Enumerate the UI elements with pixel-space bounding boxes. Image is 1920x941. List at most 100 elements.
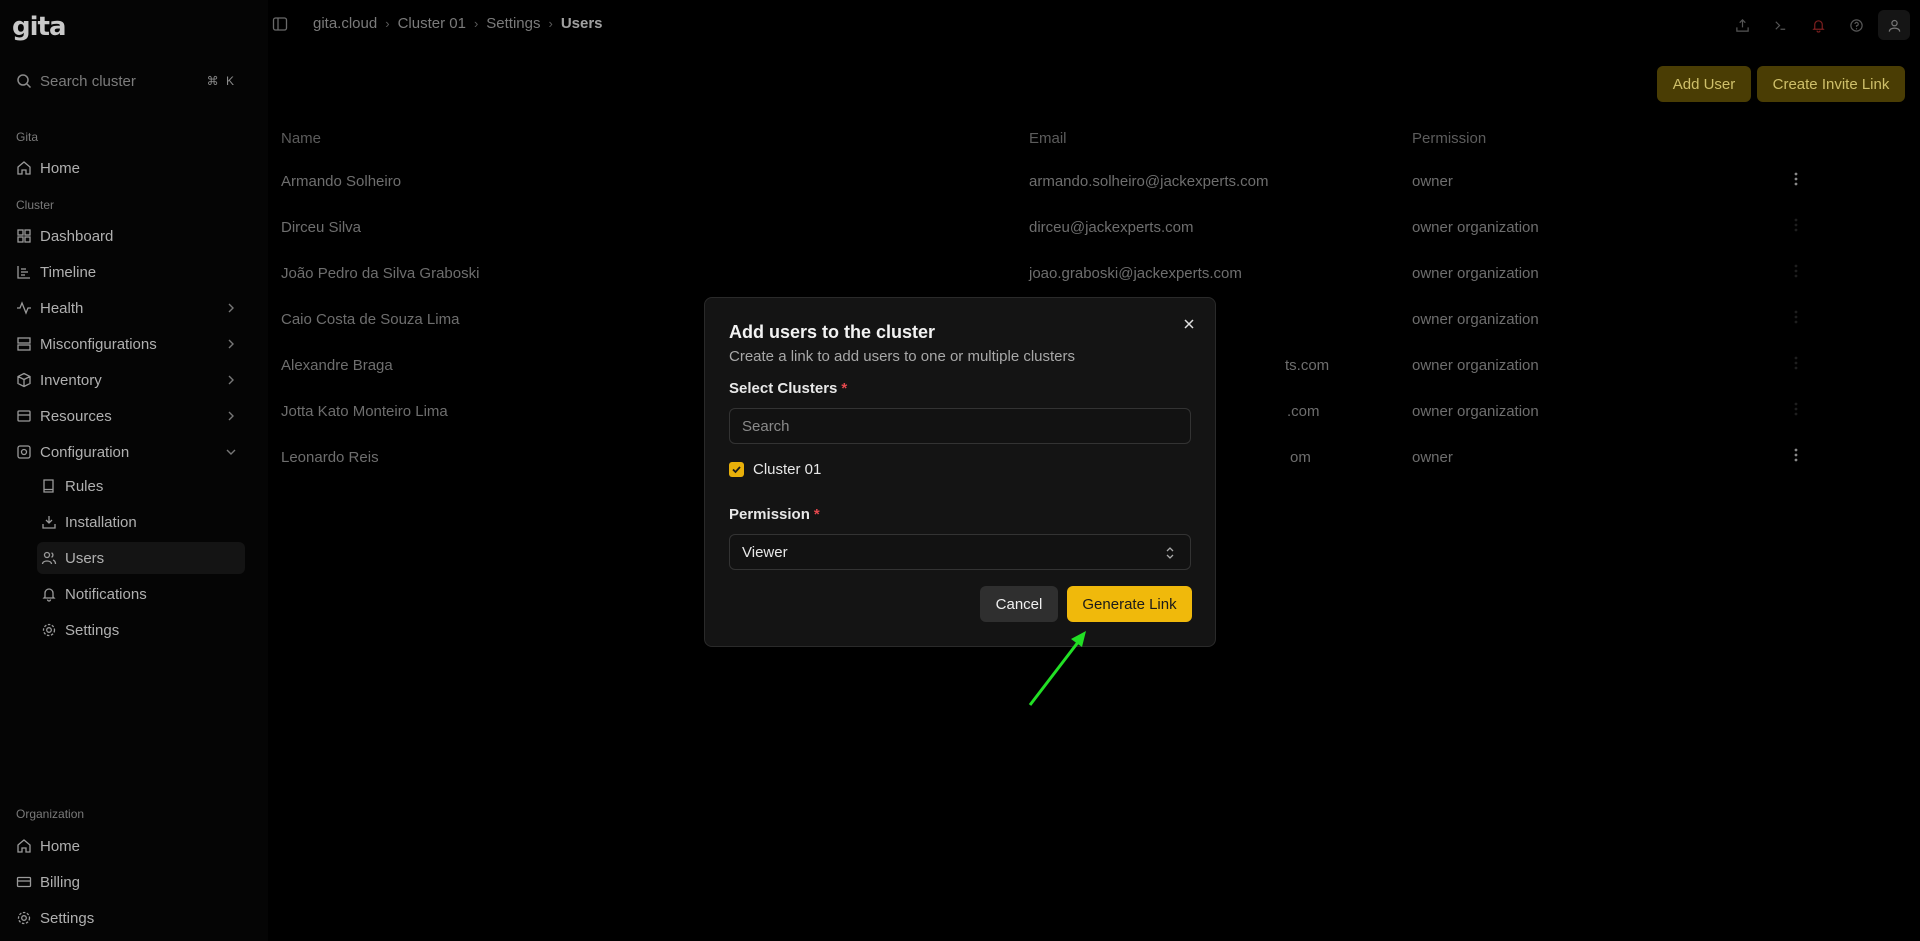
more-options-icon[interactable] bbox=[1790, 262, 1802, 280]
user-permission: owner organization bbox=[1412, 219, 1539, 236]
sidebar-item-label: Rules bbox=[65, 477, 104, 495]
search-shortcut: ⌘ K bbox=[206, 74, 236, 88]
user-permission: owner bbox=[1412, 449, 1453, 466]
sidebar-item-configuration[interactable]: Configuration bbox=[12, 436, 244, 468]
column-header-permission[interactable]: Permission bbox=[1412, 130, 1486, 147]
sidebar-item-label: Settings bbox=[40, 909, 95, 927]
more-options-icon[interactable] bbox=[1790, 400, 1802, 418]
breadcrumb-item[interactable]: Settings bbox=[486, 15, 540, 32]
label-text: Select Clusters bbox=[729, 380, 838, 397]
sidebar-item-label: Inventory bbox=[40, 371, 102, 389]
select-clusters-label: Select Clusters * bbox=[729, 380, 847, 397]
sidebar-item-misconfigurations[interactable]: Misconfigurations bbox=[12, 328, 244, 360]
column-header-email[interactable]: Email bbox=[1029, 130, 1067, 147]
cancel-button[interactable]: Cancel bbox=[980, 586, 1058, 622]
more-options-icon[interactable] bbox=[1790, 446, 1802, 464]
breadcrumb-item[interactable]: gita.cloud bbox=[313, 15, 377, 32]
user-permission: owner organization bbox=[1412, 403, 1539, 420]
user-name: Alexandre Braga bbox=[281, 357, 393, 374]
cluster-option[interactable]: Cluster 01 bbox=[729, 461, 821, 478]
sidebar-item-rules[interactable]: Rules bbox=[37, 470, 245, 502]
section-organization: Organization bbox=[16, 807, 85, 821]
users-icon bbox=[41, 551, 57, 565]
sidebar-item-billing[interactable]: Billing bbox=[12, 866, 244, 898]
sidebar-item-label: Resources bbox=[40, 407, 112, 425]
more-options-icon[interactable] bbox=[1790, 354, 1802, 372]
bell-icon bbox=[1811, 19, 1825, 33]
sidebar-item-org-settings[interactable]: Settings bbox=[12, 902, 244, 934]
breadcrumb-item[interactable]: Cluster 01 bbox=[398, 15, 466, 32]
sidebar-item-dashboard[interactable]: Dashboard bbox=[12, 220, 244, 252]
home-icon bbox=[17, 161, 31, 175]
dashboard-icon bbox=[17, 229, 31, 243]
notifications-button[interactable] bbox=[1802, 10, 1834, 40]
more-options-icon[interactable] bbox=[1790, 308, 1802, 326]
book-icon bbox=[43, 479, 54, 493]
sidebar-item-label: Billing bbox=[40, 873, 81, 891]
breadcrumb-current: Users bbox=[560, 15, 603, 32]
generate-link-button[interactable]: Generate Link bbox=[1067, 586, 1192, 622]
breadcrumb-separator: › bbox=[385, 16, 390, 31]
more-options-icon[interactable] bbox=[1790, 170, 1802, 188]
search-placeholder: Search bbox=[742, 417, 790, 435]
sidebar-item-installation[interactable]: Installation bbox=[37, 506, 245, 538]
more-options-icon[interactable] bbox=[1790, 216, 1802, 234]
cluster-search[interactable]: Search cluster ⌘ K bbox=[12, 68, 240, 94]
resources-icon bbox=[17, 410, 31, 422]
user-permission: owner bbox=[1412, 173, 1453, 190]
sidebar-item-notifications[interactable]: Notifications bbox=[37, 578, 245, 610]
sidebar-item-settings[interactable]: Settings bbox=[37, 614, 245, 646]
installation-icon bbox=[42, 516, 56, 529]
close-icon[interactable] bbox=[1181, 316, 1197, 332]
dialog-title: Add users to the cluster bbox=[729, 322, 936, 342]
sidebar-item-label: Misconfigurations bbox=[40, 335, 157, 353]
permission-select[interactable]: Viewer bbox=[729, 534, 1191, 570]
header-actions bbox=[1726, 10, 1910, 40]
help-button[interactable] bbox=[1840, 10, 1872, 40]
permission-label: Permission * bbox=[729, 506, 820, 523]
required-mark: * bbox=[841, 380, 848, 397]
sidebar-item-org-home[interactable]: Home bbox=[12, 830, 244, 862]
sidebar-item-label: Settings bbox=[65, 621, 120, 639]
sidebar-item-label: Timeline bbox=[40, 263, 97, 281]
cluster-checkbox[interactable] bbox=[729, 462, 744, 477]
search-icon bbox=[17, 74, 32, 89]
timeline-icon bbox=[17, 266, 30, 279]
upload-button[interactable] bbox=[1726, 10, 1758, 40]
user-permission: owner organization bbox=[1412, 311, 1539, 328]
sidebar-toggle-icon[interactable] bbox=[272, 16, 288, 32]
sidebar-item-resources[interactable]: Resources bbox=[12, 400, 244, 432]
add-user-button[interactable]: Add User bbox=[1657, 66, 1751, 102]
sidebar-item-label: Home bbox=[40, 837, 81, 855]
terminal-button[interactable] bbox=[1764, 10, 1796, 40]
sidebar-item-label: Health bbox=[40, 299, 84, 317]
create-invite-link-button[interactable]: Create Invite Link bbox=[1757, 66, 1905, 102]
breadcrumb-separator: › bbox=[473, 16, 479, 31]
sidebar-item-label: Notifications bbox=[65, 585, 147, 603]
sidebar-item-users[interactable]: Users bbox=[37, 542, 245, 574]
sidebar-item-inventory[interactable]: Inventory bbox=[12, 364, 244, 396]
dialog-description: Create a link to add users to one or mul… bbox=[729, 348, 1076, 365]
health-icon bbox=[17, 301, 31, 315]
cluster-search-input[interactable]: Search bbox=[729, 408, 1191, 444]
check-icon bbox=[732, 466, 741, 474]
sidebar-item-timeline[interactable]: Timeline bbox=[12, 256, 244, 288]
user-permission: owner organization bbox=[1412, 265, 1539, 282]
required-mark: * bbox=[813, 506, 820, 523]
cluster-option-label: Cluster 01 bbox=[753, 461, 822, 478]
chevron-right-icon bbox=[228, 339, 234, 349]
chevron-right-icon bbox=[228, 375, 234, 385]
search-placeholder: Search cluster bbox=[40, 72, 136, 90]
sidebar-item-health[interactable]: Health bbox=[12, 292, 244, 324]
configuration-icon bbox=[17, 445, 31, 459]
user-email: armando.solheiro@jackexperts.com bbox=[1029, 173, 1269, 190]
gear-icon bbox=[17, 911, 31, 925]
column-header-name[interactable]: Name bbox=[281, 130, 321, 147]
user-permission: owner organization bbox=[1412, 357, 1539, 374]
gita-logo[interactable]: gita bbox=[12, 12, 66, 42]
user-email: .com bbox=[1287, 403, 1320, 420]
sidebar-item-home[interactable]: Home bbox=[12, 152, 244, 184]
section-cluster: Cluster bbox=[16, 198, 55, 212]
account-button[interactable] bbox=[1878, 10, 1910, 40]
user-name: João Pedro da Silva Graboski bbox=[281, 265, 480, 282]
